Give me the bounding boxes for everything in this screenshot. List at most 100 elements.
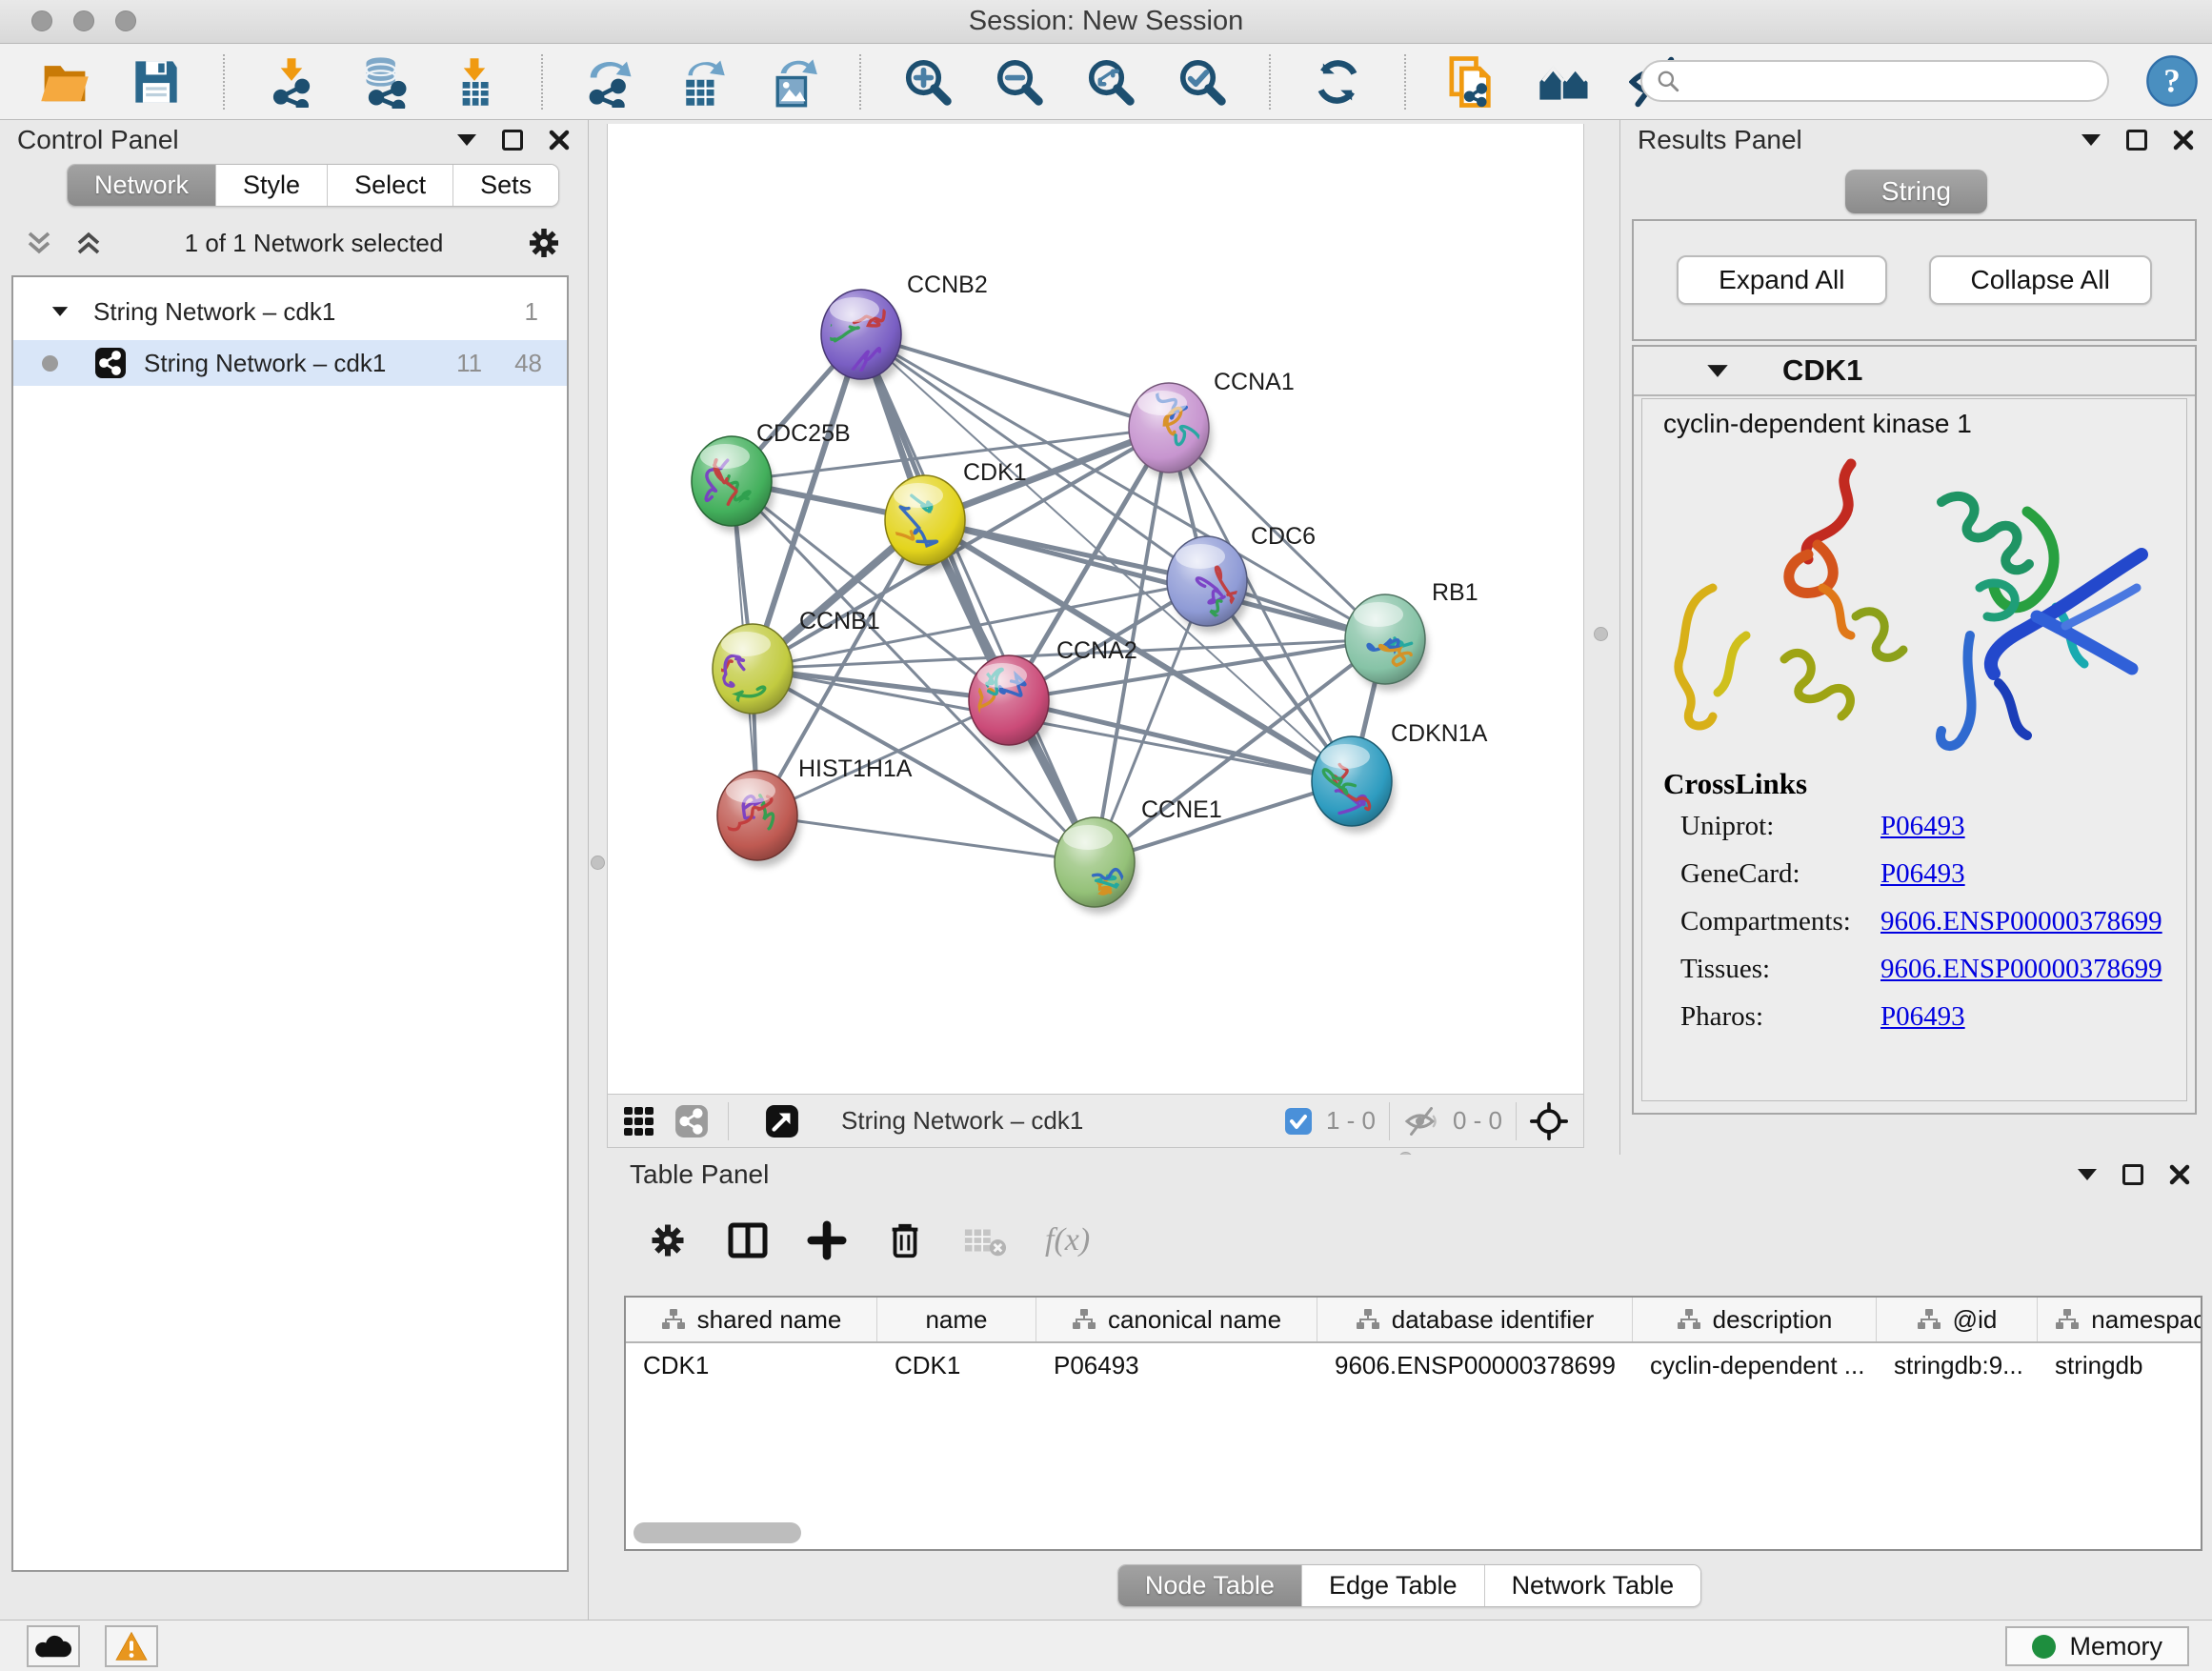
control-panel-tabs: NetworkStyleSelectSets [67, 164, 559, 207]
column-header-name[interactable]: name [877, 1298, 1036, 1341]
close-panel-icon[interactable] [2172, 129, 2195, 151]
expand-all-icon[interactable] [25, 229, 53, 257]
panel-menu-caret-icon[interactable] [2081, 133, 2101, 147]
table-cell[interactable]: stringdb:9... [1877, 1343, 2038, 1387]
close-panel-icon[interactable] [2168, 1163, 2191, 1186]
zoom-selected-button[interactable] [1176, 55, 1229, 109]
open-session-button[interactable] [38, 55, 91, 109]
panel-menu-caret-icon[interactable] [456, 133, 477, 147]
copy-style-button[interactable] [1446, 55, 1499, 109]
network-node-ccna1[interactable]: CCNA1 [1129, 369, 1295, 479]
tab-edge-table[interactable]: Edge Table [1301, 1565, 1484, 1606]
search-icon [1656, 69, 1680, 93]
refresh-view-button[interactable] [1311, 55, 1364, 109]
tab-network[interactable]: Network [68, 165, 215, 206]
table-horizontal-scrollbar[interactable] [633, 1522, 801, 1543]
birds-eye-view-icon[interactable] [765, 1104, 799, 1138]
tab-select[interactable]: Select [327, 165, 452, 206]
export-table-button[interactable] [674, 55, 728, 109]
network-options-gear-icon[interactable] [525, 224, 563, 262]
network-canvas[interactable]: CCNB2CCNA1CDC25BCDK1CDC6RB1CCNB1CCNA2HIS… [607, 124, 1584, 1094]
crosslink-link[interactable]: P06493 [1880, 1001, 1965, 1033]
column-header-namespace[interactable]: namespace [2038, 1298, 2202, 1341]
center-view-crosshair-icon[interactable] [1530, 1102, 1568, 1140]
table-cell[interactable]: cyclin-dependent ... [1633, 1343, 1877, 1387]
crosslink-link[interactable]: 9606.ENSP00000378699 [1880, 954, 2162, 985]
search-box[interactable] [1640, 60, 2109, 102]
network-node-ccne1[interactable]: CCNE1 [1055, 796, 1222, 914]
zoom-in-button[interactable] [901, 55, 955, 109]
network-node-hist1h1a[interactable]: HIST1H1A [717, 755, 913, 867]
column-header-shared-name[interactable]: shared name [626, 1298, 877, 1341]
node-table[interactable]: shared namenamecanonical namedatabase id… [624, 1296, 2202, 1551]
tab-string[interactable]: String [1845, 170, 1987, 213]
tree-expand-caret-icon[interactable] [51, 306, 69, 317]
table-cell[interactable]: CDK1 [626, 1343, 877, 1387]
zoom-out-button[interactable] [993, 55, 1046, 109]
add-column-icon[interactable] [807, 1220, 847, 1260]
import-table-button[interactable] [448, 55, 501, 109]
export-network-button[interactable] [583, 55, 636, 109]
column-header-canonical-name[interactable]: canonical name [1036, 1298, 1317, 1341]
export-image-button[interactable] [766, 55, 819, 109]
network-view-share-icon[interactable] [674, 1104, 709, 1138]
table-row[interactable]: CDK1CDK1P064939606.ENSP00000378699cyclin… [626, 1343, 2201, 1387]
left-splitter-handle[interactable] [591, 856, 605, 870]
protein-card-header[interactable]: CDK1 [1634, 347, 2195, 396]
column-header-database-identifier[interactable]: database identifier [1317, 1298, 1633, 1341]
network-node-cdkn1a[interactable]: CDKN1A [1312, 720, 1488, 833]
crosslink-label: GeneCard: [1663, 858, 1880, 890]
help-button[interactable]: ? [2145, 54, 2199, 108]
crosslink-link[interactable]: P06493 [1880, 811, 1965, 842]
grid-view-icon[interactable] [623, 1105, 655, 1137]
network-graph[interactable]: CCNB2CCNA1CDC25BCDK1CDC6RB1CCNB1CCNA2HIS… [608, 124, 1585, 1094]
table-cell[interactable]: 9606.ENSP00000378699 [1317, 1343, 1633, 1387]
network-collection-row[interactable]: String Network – cdk1 1 [13, 291, 567, 332]
hidden-eye-slash-icon[interactable] [1403, 1107, 1439, 1136]
table-cell[interactable]: stringdb [2038, 1343, 2202, 1387]
show-columns-icon[interactable] [727, 1219, 769, 1261]
zoom-fit-button[interactable] [1084, 55, 1137, 109]
right-splitter-handle[interactable] [1594, 627, 1608, 641]
import-network-button[interactable] [265, 55, 318, 109]
network-node-cdc25b[interactable]: CDC25B [692, 420, 851, 533]
network-node-rb1[interactable]: RB1 [1345, 579, 1478, 691]
tab-network-table[interactable]: Network Table [1484, 1565, 1701, 1606]
memory-button[interactable]: Memory [2005, 1626, 2189, 1666]
crosslink-row: Uniprot:P06493 [1663, 811, 2186, 842]
crosslink-row: Compartments:9606.ENSP00000378699 [1663, 906, 2186, 937]
delete-column-icon[interactable] [885, 1220, 925, 1260]
table-options-gear-icon[interactable] [647, 1219, 689, 1261]
search-input[interactable] [1688, 64, 2107, 98]
tab-node-table[interactable]: Node Table [1118, 1565, 1301, 1606]
collapse-section-caret-icon[interactable] [1706, 364, 1729, 378]
network-edge[interactable] [861, 334, 1095, 862]
table-cell[interactable]: P06493 [1036, 1343, 1317, 1387]
network-row-selected[interactable]: String Network – cdk1 11 48 [13, 340, 567, 386]
save-session-button[interactable] [130, 55, 183, 109]
tab-style[interactable]: Style [215, 165, 327, 206]
selected-checkbox-icon[interactable] [1284, 1107, 1313, 1136]
float-panel-icon[interactable] [2126, 130, 2147, 151]
column-header-description[interactable]: description [1633, 1298, 1877, 1341]
float-panel-icon[interactable] [2122, 1164, 2143, 1185]
show-all-networks-button[interactable] [1538, 55, 1591, 109]
collapse-all-icon[interactable] [74, 229, 103, 257]
panel-menu-caret-icon[interactable] [2077, 1168, 2098, 1181]
column-header-@id[interactable]: @id [1877, 1298, 2038, 1341]
close-panel-icon[interactable] [548, 129, 571, 151]
crosslink-link[interactable]: 9606.ENSP00000378699 [1880, 906, 2162, 937]
network-node-ccnb2[interactable]: CCNB2 [821, 272, 988, 387]
crosslink-link[interactable]: P06493 [1880, 858, 1965, 890]
table-cell[interactable]: CDK1 [877, 1343, 1036, 1387]
network-edge[interactable] [757, 815, 1095, 862]
expand-all-button[interactable]: Expand All [1677, 255, 1886, 305]
tab-sets[interactable]: Sets [452, 165, 558, 206]
float-panel-icon[interactable] [502, 130, 523, 151]
network-edge[interactable] [861, 334, 1169, 428]
warnings-button[interactable] [105, 1625, 158, 1667]
network-node-cdk1[interactable]: CDK1 [883, 459, 1027, 572]
import-network-from-database-button[interactable] [356, 55, 410, 109]
cloud-status-button[interactable] [27, 1625, 80, 1667]
collapse-all-button[interactable]: Collapse All [1929, 255, 2152, 305]
